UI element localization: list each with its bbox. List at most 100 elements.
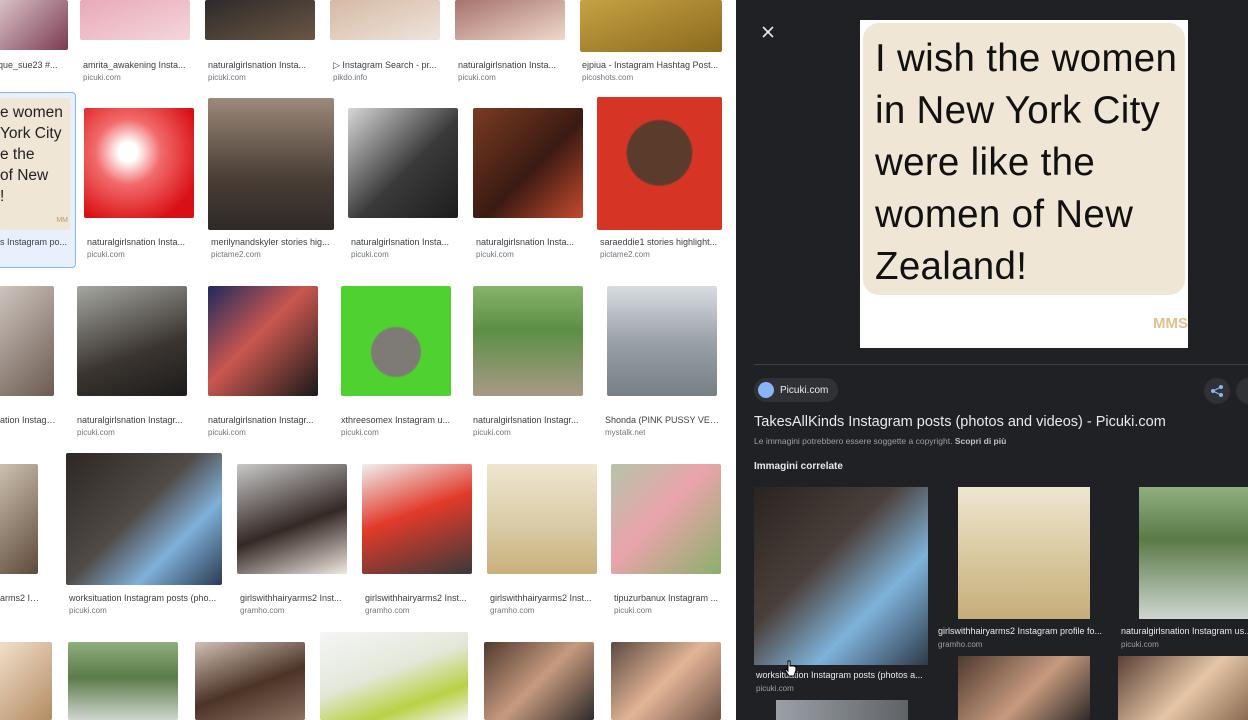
preview-image[interactable]: I wish the women in New York City were l… bbox=[860, 20, 1188, 348]
result-source: picuki.com bbox=[77, 428, 115, 437]
result-thumbnail[interactable] bbox=[0, 464, 38, 574]
result-caption[interactable]: ▷ Instagram Search - pr... bbox=[333, 59, 443, 71]
result-caption[interactable]: ation Instagr... bbox=[0, 414, 56, 426]
result-thumbnail[interactable] bbox=[195, 642, 305, 720]
related-image[interactable] bbox=[754, 487, 928, 665]
preview-image-text: I wish the women in New York City were l… bbox=[875, 37, 1178, 288]
result-source: picuki.com bbox=[473, 428, 511, 437]
result-thumbnail[interactable] bbox=[77, 286, 187, 396]
result-caption[interactable]: naturalgirlsnation Insta... bbox=[458, 59, 568, 71]
image-preview-panel: I wish the women in New York City were l… bbox=[736, 0, 1248, 720]
related-image[interactable] bbox=[958, 487, 1090, 619]
result-thumbnail[interactable] bbox=[455, 0, 565, 40]
result-caption[interactable]: arms2 Inst... bbox=[0, 592, 44, 604]
result-thumbnail[interactable] bbox=[84, 108, 194, 218]
result-caption[interactable]: amrita_awakening Insta... bbox=[83, 59, 193, 71]
share-button[interactable] bbox=[1204, 378, 1230, 404]
learn-more-link[interactable]: Scopri di più bbox=[955, 436, 1006, 446]
result-page-title[interactable]: TakesAllKinds Instagram posts (photos an… bbox=[754, 414, 1166, 430]
result-thumbnail[interactable] bbox=[341, 286, 451, 396]
result-source: mystalk.net bbox=[605, 428, 646, 437]
result-source: gramho.com bbox=[490, 606, 535, 615]
share-icon bbox=[1211, 385, 1223, 397]
result-thumbnail[interactable] bbox=[237, 464, 347, 574]
result-caption[interactable]: Shonda (PINK PUSSY VEG... bbox=[605, 414, 723, 426]
close-button[interactable] bbox=[758, 22, 778, 42]
result-caption[interactable]: naturalgirlsnation Instagr... bbox=[473, 414, 585, 426]
result-source: gramho.com bbox=[365, 606, 410, 615]
result-caption[interactable]: ejpiua - Instagram Hashtag Post... bbox=[582, 59, 724, 71]
close-icon bbox=[762, 26, 774, 38]
save-button[interactable] bbox=[1236, 378, 1248, 404]
result-thumbnail[interactable] bbox=[0, 642, 52, 720]
result-thumbnail[interactable] bbox=[208, 286, 318, 396]
result-caption[interactable]: saraeddie1 stories highlight... bbox=[600, 236, 724, 248]
result-source: picuki.com bbox=[341, 428, 379, 437]
result-source: pictame2.com bbox=[211, 250, 261, 259]
result-source: picuki.com bbox=[69, 606, 107, 615]
result-caption[interactable]: naturalgirlsnation Insta... bbox=[208, 59, 318, 71]
result-caption[interactable]: girlswithhairyarms2 Inst... bbox=[490, 592, 602, 604]
result-caption[interactable]: naturalgirlsnation Instagr... bbox=[77, 414, 189, 426]
result-thumbnail[interactable] bbox=[205, 0, 315, 40]
copyright-notice: Le immagini potrebbero essere soggette a… bbox=[754, 436, 1006, 446]
result-caption[interactable]: tipuzurbanux Instagram ... bbox=[614, 592, 724, 604]
result-thumbnail[interactable] bbox=[611, 464, 721, 574]
result-caption[interactable]: naturalgirlsnation Insta... bbox=[351, 236, 461, 248]
result-caption[interactable]: naturalgirlsnation Insta... bbox=[87, 236, 197, 248]
result-caption[interactable]: worksituation Instagram posts (pho... bbox=[69, 592, 221, 604]
result-thumbnail[interactable] bbox=[348, 108, 458, 218]
result-source: picuki.com bbox=[208, 73, 246, 82]
result-thumbnail[interactable] bbox=[611, 642, 721, 720]
result-thumbnail[interactable] bbox=[68, 642, 178, 720]
result-source: picuki.com bbox=[351, 250, 389, 259]
related-caption[interactable]: girlswithhairyarms2 Instagram profile fo… bbox=[938, 625, 1108, 637]
related-image[interactable] bbox=[1118, 656, 1248, 720]
result-source: picuki.com bbox=[87, 250, 125, 259]
result-thumbnail[interactable] bbox=[66, 453, 222, 585]
result-thumbnail-selected[interactable]: e women York City e the of New ! MM bbox=[0, 98, 70, 230]
result-thumbnail[interactable] bbox=[487, 464, 597, 574]
result-thumbnail[interactable] bbox=[362, 464, 472, 574]
thumbnail-mark: MM bbox=[56, 217, 68, 224]
result-thumbnail[interactable] bbox=[607, 286, 717, 396]
result-caption[interactable]: naturalgirlsnation Insta... bbox=[476, 236, 586, 248]
preview-image-mark: MMS bbox=[1153, 315, 1188, 332]
related-image[interactable] bbox=[958, 656, 1090, 720]
result-caption[interactable]: xthreesomex Instagram u... bbox=[341, 414, 453, 426]
related-caption[interactable]: naturalgirlsnation Instagram us... bbox=[1121, 625, 1248, 637]
related-image[interactable] bbox=[1139, 487, 1248, 619]
result-caption[interactable]: s Instagram po... bbox=[0, 236, 70, 248]
result-caption[interactable]: merilynandskyler stories hig... bbox=[211, 236, 337, 248]
result-thumbnail[interactable] bbox=[484, 642, 594, 720]
result-thumbnail[interactable] bbox=[320, 632, 468, 720]
result-caption[interactable]: girlswithhairyarms2 Inst... bbox=[240, 592, 352, 604]
result-thumbnail[interactable] bbox=[473, 108, 583, 218]
related-source: gramho.com bbox=[938, 640, 983, 649]
result-caption[interactable]: que_sue23 #... bbox=[0, 59, 68, 71]
result-thumbnail[interactable] bbox=[0, 0, 68, 50]
result-source: picuki.com bbox=[458, 73, 496, 82]
result-source: picuki.com bbox=[476, 250, 514, 259]
message-bubble: I wish the women in New York City were l… bbox=[863, 23, 1185, 295]
result-thumbnail[interactable] bbox=[0, 286, 54, 396]
panel-divider bbox=[754, 364, 1248, 365]
result-thumbnail[interactable] bbox=[330, 0, 440, 40]
result-thumbnail[interactable] bbox=[80, 0, 190, 40]
result-thumbnail[interactable] bbox=[597, 97, 722, 230]
globe-icon bbox=[758, 382, 774, 398]
result-source: picuki.com bbox=[614, 606, 652, 615]
result-caption[interactable]: naturalgirlsnation Instagr... bbox=[208, 414, 320, 426]
related-source: picuki.com bbox=[1121, 640, 1159, 649]
related-caption[interactable]: worksituation Instagram posts (photos a.… bbox=[756, 669, 928, 681]
related-source: picuki.com bbox=[756, 684, 794, 693]
related-image[interactable] bbox=[776, 700, 908, 720]
result-thumbnail[interactable] bbox=[580, 0, 722, 52]
result-caption[interactable]: girlswithhairyarms2 Inst... bbox=[365, 592, 477, 604]
result-thumbnail[interactable] bbox=[208, 98, 334, 230]
result-source: gramho.com bbox=[240, 606, 285, 615]
image-results-grid: que_sue23 #... amrita_awakening Insta...… bbox=[0, 0, 736, 720]
source-chip[interactable]: Picuki.com bbox=[754, 378, 839, 402]
result-thumbnail[interactable] bbox=[473, 286, 583, 396]
result-source: pikdo.info bbox=[333, 73, 368, 82]
